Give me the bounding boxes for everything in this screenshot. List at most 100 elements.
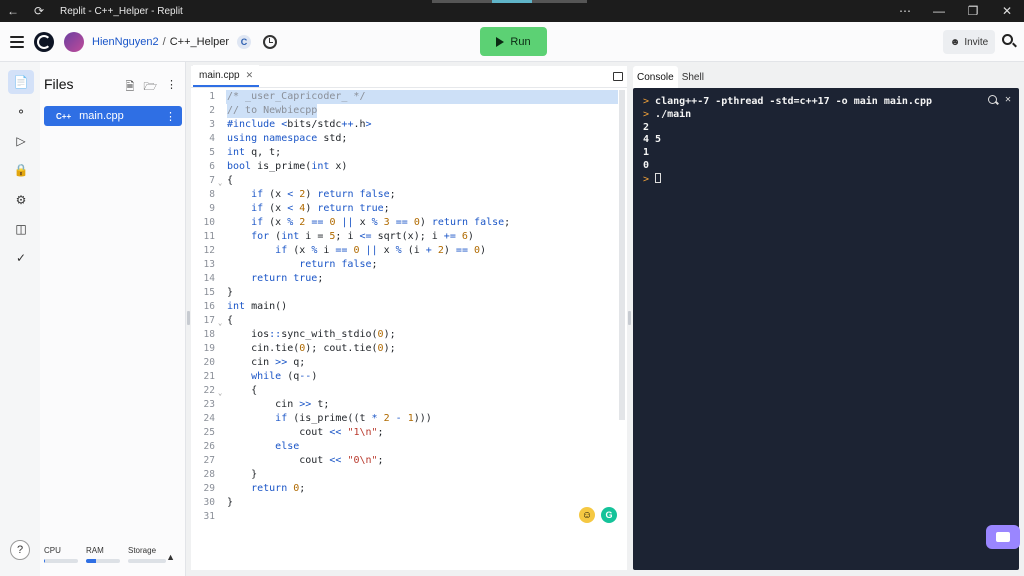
console-line: 1 [633,147,1019,160]
splitter-handle-right[interactable] [628,311,631,325]
code-line[interactable]: 8 if (x < 2) return false; [191,188,627,202]
ram-label: RAM [86,546,104,555]
invite-label: Invite [964,36,989,48]
code-line[interactable]: 17 ⌄{ [191,314,627,328]
code-line[interactable]: 5 int q, t; [191,146,627,160]
code-line[interactable]: 6 bool is_prime(int x) [191,160,627,174]
code-line[interactable]: 20 cin >> q; [191,356,627,370]
code-line[interactable]: 22 ⌄ { [191,384,627,398]
cpu-meter: CPU [44,546,78,563]
code-line[interactable]: 15} [191,286,627,300]
code-line[interactable]: 2 // to Newbiecpp [191,104,627,118]
username-link[interactable]: HienNguyen2 [92,36,159,48]
console-search-icon[interactable] [987,95,997,104]
help-icon[interactable]: ? [10,540,30,560]
console-output[interactable]: > clang++-7 -pthread -std=c++17 -o main … [633,88,1019,570]
line-number: 7 [209,175,215,186]
invite-button[interactable]: ☻ Invite [943,30,995,54]
splitter-handle-left[interactable] [187,311,190,325]
code-line[interactable]: 27 cout << "0\n"; [191,454,627,468]
code-line[interactable]: 16 int main() [191,300,627,314]
chevron-up-icon[interactable]: ▲ [166,552,175,562]
repl-name[interactable]: C++_Helper [170,36,229,48]
run-button[interactable]: Run [480,27,547,56]
console-text: 1 [643,147,650,159]
code-line[interactable]: 28 } [191,468,627,482]
console-text: clang++-7 -pthread -std=c++17 -o main ma… [655,96,932,107]
code-text: cin >> t; [227,399,330,410]
code-line[interactable]: 11 for (int i = 5; i <= sqrt(x); i += 6) [191,230,627,244]
drag-handle[interactable] [432,0,587,3]
code-line[interactable]: 29 return 0; [191,482,627,496]
new-file-icon[interactable]: 🗎 [126,78,135,97]
line-number: 21 [203,371,215,382]
close-icon[interactable]: ✕ [990,0,1024,22]
code-line[interactable]: 3 #include <bits/stdc++.h> [191,118,627,132]
kebab-menu-icon[interactable]: ⋮ [166,78,177,97]
code-line[interactable]: 13 return false; [191,258,627,272]
code-line[interactable]: 30} [191,496,627,510]
code-area[interactable]: 1 /* _user_Capricoder_ */ 2 // to Newbiecpp… [191,90,627,524]
debugger-icon[interactable]: ▷ [8,129,34,153]
menu-icon[interactable] [10,35,24,48]
code-line[interactable]: 12 if (x % i == 0 || x % (i + 2) == 0) [191,244,627,258]
code-line[interactable]: 21 while (q--) [191,370,627,384]
code-line[interactable]: 4 using namespace std; [191,132,627,146]
code-line[interactable]: 7 ⌄{ [191,174,627,188]
code-text: { [227,385,258,396]
code-line[interactable]: 26 else [191,440,627,454]
tab-shell[interactable]: Shell [678,66,708,88]
cpu-label: CPU [44,546,61,555]
maximize-icon[interactable]: ❐ [956,0,990,22]
code-line[interactable]: 18 ios::sync_with_stdio(0); [191,328,627,342]
tab-console[interactable]: Console [633,66,678,88]
code-text: } [227,287,234,298]
new-folder-icon[interactable]: 🗁 [143,78,157,97]
grammarly-icon[interactable]: G [601,507,617,523]
code-line[interactable]: 23 cin >> t; [191,398,627,412]
code-text: cout << "1\n"; [227,427,384,438]
more-options-icon[interactable]: ⋯ [888,0,922,22]
version-control-icon[interactable]: ⚬ [8,100,34,124]
code-text: /* _user_Capricoder_ */ [227,91,366,102]
files-icon[interactable]: 📄 [8,70,34,94]
ram-fill [86,559,97,563]
chat-icon[interactable] [986,525,1020,549]
replit-logo-icon[interactable] [34,31,54,52]
clear-console-icon[interactable]: ✕ [1005,94,1011,105]
code-text: bool is_prime(int x) [227,161,348,172]
code-line[interactable]: 24 if (is_prime((t * 2 - 1))) [191,412,627,426]
history-icon[interactable] [263,34,278,49]
console-input-line[interactable]: > [633,172,1019,186]
code-line[interactable]: 31 [191,510,627,524]
editor-scrollbar[interactable] [619,90,625,420]
back-arrow-icon[interactable]: ← [0,0,26,22]
code-line[interactable]: 19 cin.tie(0); cout.tie(0); [191,342,627,356]
ram-meter: RAM [86,546,120,563]
database-icon[interactable]: ◫ [8,217,34,241]
checkmark-icon[interactable]: ✓ [8,246,34,270]
line-number: 1 [209,91,215,102]
code-line[interactable]: 10 if (x % 2 == 0 || x % 3 == 0) return … [191,216,627,230]
line-number: 13 [203,259,215,270]
code-line[interactable]: 14 return true; [191,272,627,286]
panel-layout-icon[interactable] [613,72,623,81]
close-tab-icon[interactable]: ✕ [246,70,254,81]
storage-meter: Storage [128,546,166,563]
search-icon[interactable] [1002,34,1013,45]
reload-icon[interactable]: ⟳ [26,0,52,22]
file-kebab-icon[interactable]: ⋮ [165,110,176,123]
avatar[interactable] [64,31,84,52]
code-line[interactable]: 25 cout << "1\n"; [191,426,627,440]
emoji-icon[interactable]: ☺ [579,507,595,523]
minimize-icon[interactable]: — [922,0,956,22]
lock-icon[interactable]: 🔒 [8,158,34,182]
tab-main-cpp[interactable]: main.cpp ✕ [193,65,260,87]
line-number: 23 [203,399,215,410]
code-line[interactable]: 9 if (x < 4) return true; [191,202,627,216]
code-line[interactable]: 1 /* _user_Capricoder_ */ [191,90,627,104]
file-item-main-cpp[interactable]: C++ main.cpp ⋮ [44,106,182,126]
cpp-file-icon: C++ [56,111,72,121]
code-text: return 0; [251,483,306,494]
gear-icon[interactable]: ⚙ [8,188,34,212]
